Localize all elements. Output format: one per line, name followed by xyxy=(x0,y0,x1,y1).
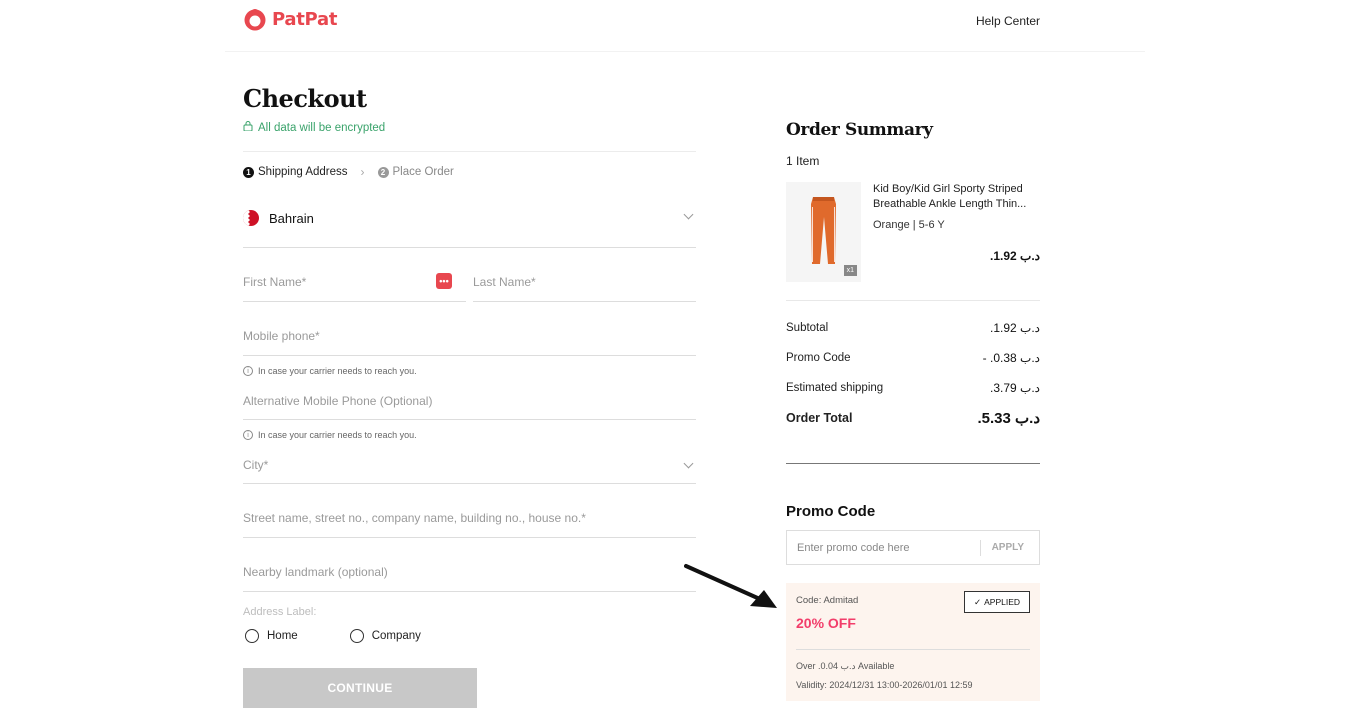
divider xyxy=(796,649,1030,650)
summary-row-subtotal: Subtotal .د.ب 1.92 xyxy=(786,313,1040,343)
summary-label: Promo Code xyxy=(786,352,851,364)
applied-button[interactable]: ✓ APPLIED xyxy=(964,591,1030,613)
checkout-steps: 1 Shipping Address › 2 Place Order xyxy=(243,165,696,179)
city-select[interactable]: City* xyxy=(243,441,696,484)
country-select[interactable]: Bahrain xyxy=(243,197,696,248)
patpat-logo-icon xyxy=(243,7,267,31)
last-name-label: Last Name* xyxy=(473,275,536,289)
divider xyxy=(786,300,1040,301)
radio-circle-icon xyxy=(245,629,259,643)
step-number: 2 xyxy=(377,166,389,178)
radio-circle-icon xyxy=(349,629,364,643)
items-count: 1 Item xyxy=(786,154,820,168)
order-total-value: .د.ب 5.33 xyxy=(977,410,1040,427)
encrypt-text: All data will be encrypted xyxy=(258,121,386,134)
promo-code-title: Promo Code xyxy=(786,503,876,520)
check-icon: ✓ xyxy=(973,596,982,607)
summary-value: .د.ب 1.92 xyxy=(989,321,1040,335)
patpat-logo[interactable]: PatPat xyxy=(243,7,337,31)
chevron-right-icon: › xyxy=(360,165,365,179)
info-icon: i xyxy=(243,430,253,440)
divider xyxy=(980,540,981,556)
help-center-link[interactable]: Help Center xyxy=(976,14,1040,28)
alt-mobile-hint: i In case your carrier needs to reach yo… xyxy=(243,429,696,441)
product-image[interactable]: x1 xyxy=(786,182,861,282)
product-item: x1 Kid Boy/Kid Girl Sporty Striped Breat… xyxy=(786,182,1040,282)
applied-coupon-card: Code: Admitad 20% OFF ✓ APPLIED Over .د.… xyxy=(786,583,1040,701)
coupon-discount: 20% OFF xyxy=(796,615,856,631)
summary-value: - .د.ب 0.38 xyxy=(982,351,1040,365)
country-value: Bahrain xyxy=(269,210,314,226)
landmark-field[interactable]: Nearby landmark (optional) xyxy=(243,538,696,592)
checkout-form: Checkout All data will be encrypted 1 Sh… xyxy=(243,80,696,708)
info-icon: i xyxy=(243,366,253,376)
mobile-hint: i In case your carrier needs to reach yo… xyxy=(243,365,696,377)
site-header: PatPat Help Center xyxy=(225,0,1145,52)
applied-label: APPLIED xyxy=(984,597,1021,607)
summary-row-total: Order Total .د.ب 5.33 xyxy=(786,403,1040,433)
product-price: .د.ب 1.92 xyxy=(989,249,1040,263)
product-info: Kid Boy/Kid Girl Sporty Striped Breathab… xyxy=(873,182,1040,282)
street-label: Street name, street no., company name, b… xyxy=(243,511,586,525)
divider xyxy=(243,151,696,152)
first-name-field[interactable]: First Name* ••• xyxy=(243,248,466,302)
summary-label: Estimated shipping xyxy=(786,382,884,394)
continue-button[interactable]: CONTINUE xyxy=(243,668,477,708)
summary-row-promo: Promo Code - .د.ب 0.38 xyxy=(786,343,1040,373)
mobile-phone-field[interactable]: Mobile phone* xyxy=(243,302,696,356)
alt-mobile-hint-text: In case your carrier needs to reach you. xyxy=(258,430,417,440)
address-label-heading: Address Label: xyxy=(243,606,317,618)
alt-mobile-label: Alternative Mobile Phone (Optional) xyxy=(243,394,433,408)
first-name-label: First Name* xyxy=(243,275,307,289)
summary-rows: Subtotal .د.ب 1.92 Promo Code - .د.ب 0.3… xyxy=(786,313,1040,433)
promo-placeholder: Enter promo code here xyxy=(797,541,910,554)
product-variant: Orange | 5-6 Y xyxy=(873,219,945,231)
radio-company[interactable]: Company xyxy=(349,629,421,643)
order-total-label: Order Total xyxy=(786,411,853,425)
encrypt-note: All data will be encrypted xyxy=(243,121,696,134)
quantity-badge: x1 xyxy=(843,265,857,276)
last-name-field[interactable]: Last Name* xyxy=(473,248,696,302)
coupon-validity: Validity: 2024/12/31 13:00-2026/01/01 12… xyxy=(796,680,973,690)
step-shipping-address: 1 Shipping Address xyxy=(243,166,348,178)
address-label-options: Home Company xyxy=(243,629,696,643)
promo-code-input[interactable]: Enter promo code here APPLY xyxy=(786,530,1040,565)
annotation-arrow-icon xyxy=(684,564,777,608)
coupon-availability: Over .د.ب 0.04 Available xyxy=(796,661,895,671)
step-place-order: 2 Place Order xyxy=(377,166,454,178)
radio-home[interactable]: Home xyxy=(245,629,298,643)
apply-button[interactable]: APPLY xyxy=(992,542,1024,553)
step-number: 1 xyxy=(243,166,254,178)
lock-icon xyxy=(243,121,253,134)
radio-company-label: Company xyxy=(371,630,421,642)
password-manager-icon[interactable]: ••• xyxy=(436,273,452,289)
chevron-down-icon xyxy=(683,458,694,469)
page-title: Checkout xyxy=(243,84,367,113)
landmark-label: Nearby landmark (optional) xyxy=(243,565,388,579)
coupon-code: Code: Admitad xyxy=(796,595,859,606)
alt-mobile-field[interactable]: Alternative Mobile Phone (Optional) xyxy=(243,377,696,420)
chevron-down-icon xyxy=(683,209,694,220)
city-label: City* xyxy=(243,458,269,472)
summary-row-shipping: Estimated shipping .د.ب 3.79 xyxy=(786,373,1040,403)
step-label: Place Order xyxy=(392,166,454,178)
order-summary-title: Order Summary xyxy=(786,120,933,140)
mobile-phone-label: Mobile phone* xyxy=(243,329,320,343)
street-field[interactable]: Street name, street no., company name, b… xyxy=(243,484,696,538)
divider xyxy=(786,463,1040,464)
step-label: Shipping Address xyxy=(258,166,348,178)
name-row: First Name* ••• Last Name* xyxy=(243,248,696,302)
mobile-hint-text: In case your carrier needs to reach you. xyxy=(258,366,417,376)
order-summary: Order Summary 1 Item x1 Kid Boy/Kid Girl… xyxy=(786,120,1040,701)
summary-value: .د.ب 3.79 xyxy=(989,381,1040,395)
product-name[interactable]: Kid Boy/Kid Girl Sporty Striped Breathab… xyxy=(873,182,1040,212)
bahrain-flag-icon xyxy=(243,210,259,226)
brand-name: PatPat xyxy=(272,8,338,30)
radio-home-label: Home xyxy=(267,630,298,642)
summary-label: Subtotal xyxy=(786,322,829,334)
